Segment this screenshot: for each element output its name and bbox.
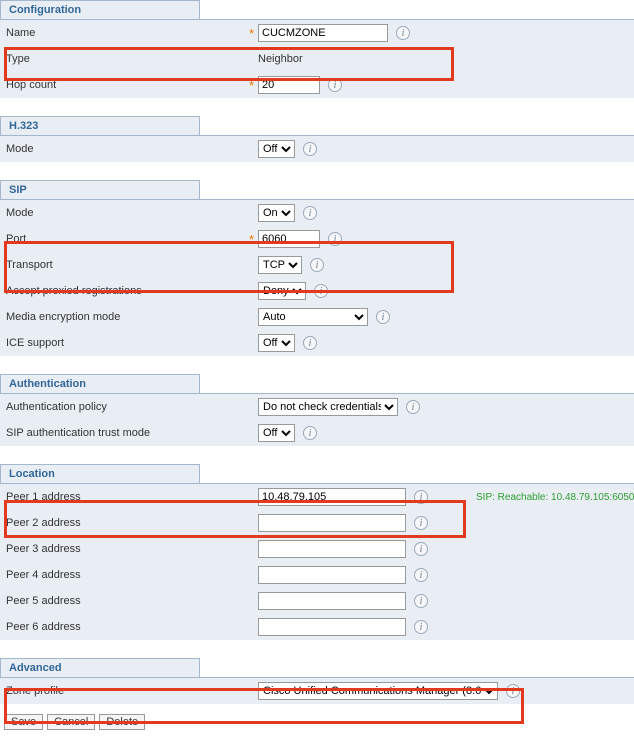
peer5-input[interactable] [258, 592, 406, 610]
section-header-advanced: Advanced [0, 658, 200, 677]
cancel-button[interactable]: Cancel [47, 714, 95, 730]
section-header-location: Location [0, 464, 200, 483]
info-icon[interactable]: i [303, 336, 317, 350]
section-configuration: Configuration Name * i Type Neighbor Hop… [0, 0, 634, 98]
sip-auth-trust-select[interactable]: Off [258, 424, 295, 442]
h323-mode-select[interactable]: Off [258, 140, 295, 158]
delete-button[interactable]: Delete [99, 714, 145, 730]
label-auth-policy: Authentication policy [6, 401, 246, 413]
section-h323: H.323 Mode Off i [0, 116, 634, 162]
section-sip: SIP Mode On i Port * i [0, 180, 634, 356]
label-accept-proxied: Accept proxied registrations [6, 285, 246, 297]
info-icon[interactable]: i [310, 258, 324, 272]
peer1-input[interactable] [258, 488, 406, 506]
info-icon[interactable]: i [303, 206, 317, 220]
info-icon[interactable]: i [314, 284, 328, 298]
info-icon[interactable]: i [506, 684, 520, 698]
info-icon[interactable]: i [414, 594, 428, 608]
label-peer2: Peer 2 address [6, 517, 246, 529]
label-media-encryption: Media encryption mode [6, 311, 246, 323]
info-icon[interactable]: i [328, 78, 342, 92]
sip-port-input[interactable] [258, 230, 320, 248]
label-peer6: Peer 6 address [6, 621, 246, 633]
sip-mode-select[interactable]: On [258, 204, 295, 222]
hop-count-input[interactable] [258, 76, 320, 94]
label-type: Type [6, 53, 246, 65]
section-advanced: Advanced Zone profile Cisco Unified Comm… [0, 658, 634, 704]
section-header-configuration: Configuration [0, 0, 200, 19]
peer1-status: SIP: Reachable: 10.48.79.105:6050 [476, 492, 634, 503]
label-h323-mode: Mode [6, 143, 246, 155]
info-icon[interactable]: i [414, 568, 428, 582]
peer3-input[interactable] [258, 540, 406, 558]
required-marker: * [246, 78, 254, 93]
section-location: Location Peer 1 address i SIP: Reachable… [0, 464, 634, 640]
required-marker: * [246, 232, 254, 247]
auth-policy-select[interactable]: Do not check credentials [258, 398, 398, 416]
info-icon[interactable]: i [406, 400, 420, 414]
peer2-input[interactable] [258, 514, 406, 532]
label-peer3: Peer 3 address [6, 543, 246, 555]
type-value: Neighbor [258, 53, 303, 65]
ice-support-select[interactable]: Off [258, 334, 295, 352]
info-icon[interactable]: i [328, 232, 342, 246]
info-icon[interactable]: i [414, 490, 428, 504]
label-sip-mode: Mode [6, 207, 246, 219]
info-icon[interactable]: i [396, 26, 410, 40]
label-sip-transport: Transport [6, 259, 246, 271]
label-hop-count: Hop count [6, 79, 246, 91]
info-icon[interactable]: i [303, 142, 317, 156]
section-header-sip: SIP [0, 180, 200, 199]
zone-profile-select[interactable]: Cisco Unified Communications Manager (8.… [258, 682, 498, 700]
sip-transport-select[interactable]: TCP [258, 256, 302, 274]
label-peer4: Peer 4 address [6, 569, 246, 581]
required-marker: * [246, 26, 254, 41]
accept-proxied-select[interactable]: Deny [258, 282, 306, 300]
peer6-input[interactable] [258, 618, 406, 636]
peer4-input[interactable] [258, 566, 406, 584]
label-zone-profile: Zone profile [6, 685, 246, 697]
section-header-h323: H.323 [0, 116, 200, 135]
section-header-authentication: Authentication [0, 374, 200, 393]
button-bar: Save Cancel Delete [0, 712, 634, 732]
info-icon[interactable]: i [414, 542, 428, 556]
label-peer5: Peer 5 address [6, 595, 246, 607]
info-icon[interactable]: i [376, 310, 390, 324]
label-ice-support: ICE support [6, 337, 246, 349]
info-icon[interactable]: i [303, 426, 317, 440]
save-button[interactable]: Save [4, 714, 43, 730]
name-input[interactable] [258, 24, 388, 42]
info-icon[interactable]: i [414, 516, 428, 530]
media-encryption-select[interactable]: Auto [258, 308, 368, 326]
section-authentication: Authentication Authentication policy Do … [0, 374, 634, 446]
label-sip-auth-trust: SIP authentication trust mode [6, 427, 246, 439]
info-icon[interactable]: i [414, 620, 428, 634]
label-sip-port: Port [6, 233, 246, 245]
label-name: Name [6, 27, 246, 39]
label-peer1: Peer 1 address [6, 491, 246, 503]
